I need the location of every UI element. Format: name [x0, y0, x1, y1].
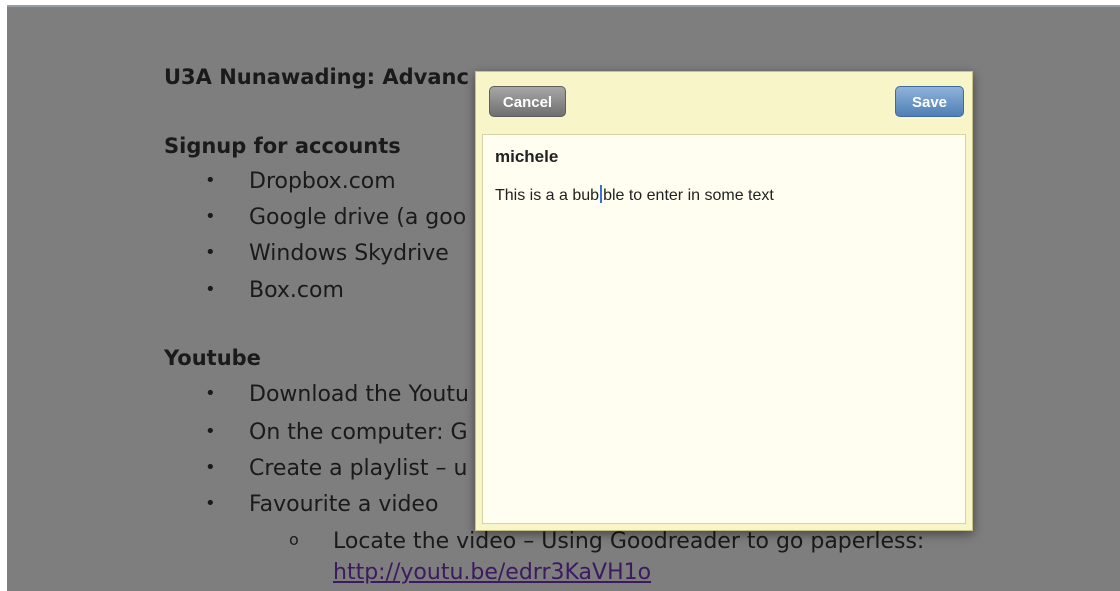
note-author: michele	[495, 147, 559, 166]
list-item: • Dropbox.com	[205, 169, 396, 194]
list-item: • Favourite a video	[205, 492, 438, 517]
list-item-label: Box.com	[249, 278, 344, 303]
top-strip	[0, 0, 1120, 7]
bullet-icon: •	[205, 383, 216, 404]
sub-bullet-icon: o	[289, 530, 299, 549]
sub-list-item: o Locate the video – Using Goodreader to …	[289, 529, 924, 554]
list-item: • Google drive (a goo	[205, 205, 466, 230]
document-view: U3A Nunawading: Advanc Signup for accoun…	[7, 7, 1120, 591]
note-text-after-caret: ble to enter in some text	[603, 187, 774, 204]
list-item: • Download the Youtu	[205, 382, 469, 407]
save-button[interactable]: Save	[895, 86, 964, 117]
cancel-button[interactable]: Cancel	[489, 86, 566, 117]
document-title: U3A Nunawading: Advanc	[164, 65, 469, 89]
bullet-icon: •	[205, 493, 216, 514]
note-text-before-caret: This is a a bub	[495, 187, 600, 204]
sub-list-item-label: Locate the video – Using Goodreader to g…	[333, 529, 925, 554]
bullet-icon: •	[205, 170, 216, 191]
list-item-label: Google drive (a goo	[249, 205, 467, 230]
list-item-label: Favourite a video	[249, 492, 439, 517]
list-item-label: On the computer: G	[249, 420, 468, 445]
list-item: • Create a playlist – u	[205, 456, 467, 481]
list-item: • Windows Skydrive	[205, 241, 449, 266]
list-item-label: Download the Youtu	[249, 382, 469, 407]
note-popup: Cancel Save michele This is a a bub ble t…	[475, 71, 973, 531]
list-item: • Box.com	[205, 278, 344, 303]
list-item-label: Create a playlist – u	[249, 456, 468, 481]
bullet-icon: •	[205, 421, 216, 442]
bullet-icon: •	[205, 457, 216, 478]
youtube-heading: Youtube	[164, 346, 261, 370]
note-text-area[interactable]: michele This is a a bub ble to enter in s…	[482, 134, 966, 524]
bullet-icon: •	[205, 242, 216, 263]
bullet-icon: •	[205, 206, 216, 227]
signup-heading: Signup for accounts	[164, 134, 401, 158]
note-text[interactable]: This is a a bub ble to enter in some text	[495, 185, 774, 205]
video-link[interactable]: http://youtu.be/edrr3KaVH1o	[333, 560, 651, 585]
list-item-label: Dropbox.com	[249, 169, 396, 194]
list-item-label: Windows Skydrive	[249, 241, 449, 266]
text-caret	[600, 185, 603, 203]
bullet-icon: •	[205, 279, 216, 300]
list-item: • On the computer: G	[205, 420, 468, 445]
